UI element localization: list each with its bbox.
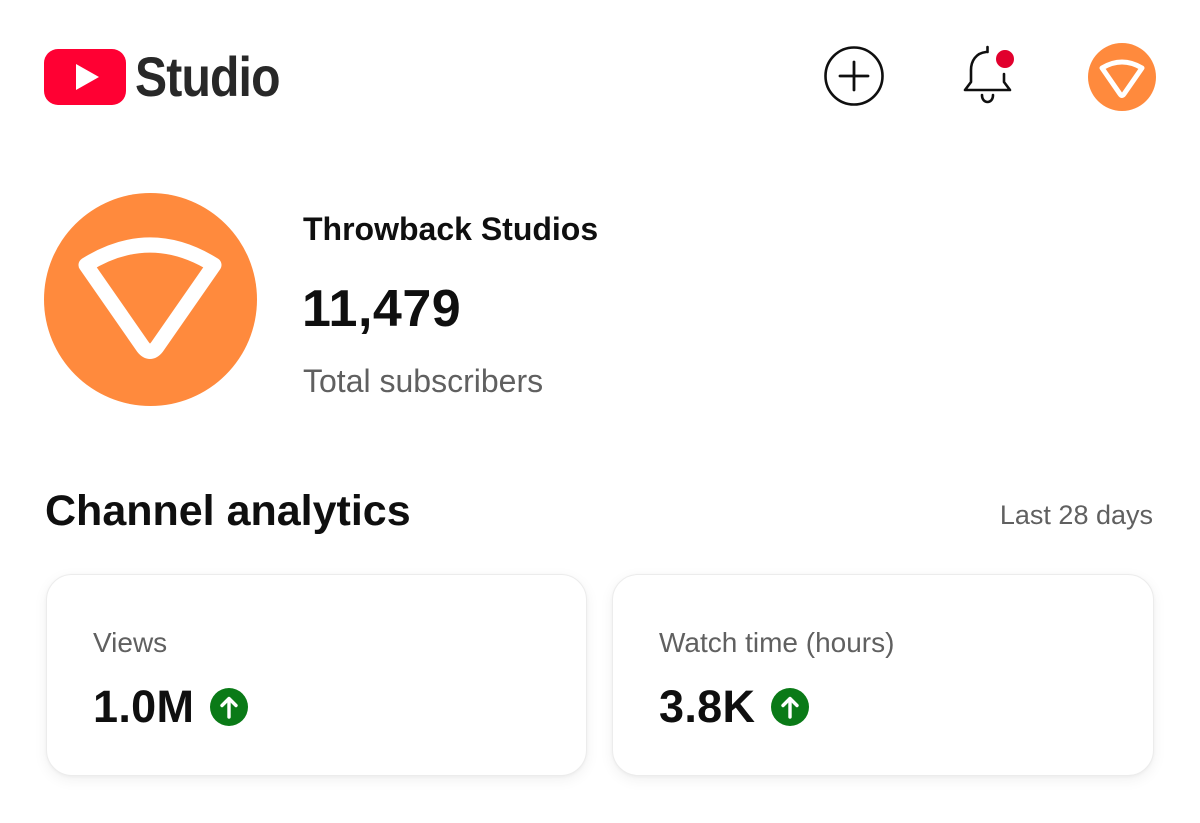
channel-avatar-icon <box>1088 43 1156 111</box>
create-button[interactable] <box>823 45 885 107</box>
youtube-studio-logo[interactable]: Studio <box>44 47 303 107</box>
channel-avatar-icon[interactable] <box>44 193 257 406</box>
card-value: 1.0M <box>93 681 195 732</box>
subscriber-label: Total subscribers <box>303 363 544 399</box>
subscriber-count: 11,479 <box>302 280 462 338</box>
notifications-button[interactable] <box>958 44 1020 108</box>
arrow-up-circle-icon <box>210 688 249 726</box>
views-card[interactable]: Views 1.0M <box>46 574 587 776</box>
watch-time-card[interactable]: Watch time (hours) 3.8K <box>612 574 1154 776</box>
top-app-bar: Studio <box>0 0 1200 150</box>
channel-summary: Throwback Studios 11,479 Total subscribe… <box>44 193 1154 408</box>
app-name: Studio <box>135 45 281 108</box>
period-selector[interactable]: Last 28 days <box>1000 500 1153 531</box>
channel-name: Throwback Studios <box>303 211 599 247</box>
account-avatar-button[interactable] <box>1088 43 1156 111</box>
plus-circle-icon <box>824 46 884 106</box>
notification-dot <box>994 48 1016 70</box>
arrow-up-circle-icon <box>771 688 810 726</box>
section-title: Channel analytics <box>45 487 411 535</box>
bell-icon <box>963 45 1016 104</box>
card-label: Watch time (hours) <box>659 627 895 658</box>
card-value: 3.8K <box>659 681 756 732</box>
card-label: Views <box>93 627 168 658</box>
youtube-play-logo-icon <box>44 49 126 105</box>
